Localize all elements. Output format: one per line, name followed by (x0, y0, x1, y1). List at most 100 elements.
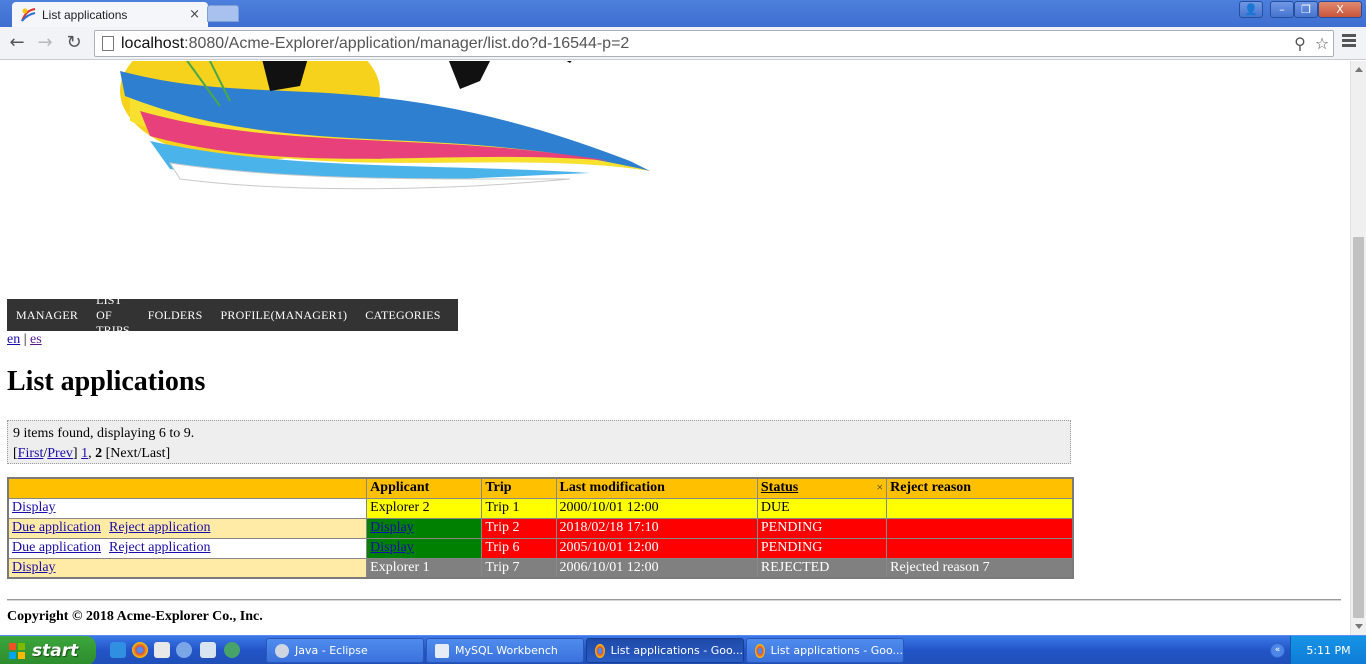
status-cell: PENDING (756, 537, 888, 559)
row-actions: Due application Reject application (7, 517, 368, 539)
header-last-modification: Last modification (555, 477, 758, 499)
scroll-up-arrow-icon[interactable] (1355, 67, 1363, 72)
main-menu: MANAGER LIST OF TRIPS FOLDERS PROFILE(MA… (7, 293, 458, 337)
chrome-icon[interactable] (132, 642, 148, 658)
applicant-display-link[interactable]: Display (370, 540, 414, 555)
applications-table: Applicant Trip Last modification Status ×… (7, 477, 1074, 579)
task-chrome-active[interactable]: List applications - Goo... (586, 638, 744, 663)
forward-icon[interactable]: → (33, 31, 57, 55)
task-label: Java - Eclipse (295, 644, 368, 657)
menu-item-folders[interactable]: FOLDERS (148, 308, 203, 323)
reject-application-link[interactable]: Reject application (109, 520, 210, 535)
new-tab-button[interactable] (207, 5, 239, 22)
task-label: MySQL Workbench (455, 644, 558, 657)
page-scrollbar[interactable] (1350, 61, 1366, 635)
last-modification-cell: 2000/10/01 12:00 (555, 497, 758, 519)
applicant-cell: Display (366, 537, 483, 559)
header-applicant: Applicant (366, 477, 483, 499)
reject-application-link[interactable]: Reject application (109, 540, 210, 555)
items-found-text: 9 items found, displaying 6 to 9. (13, 426, 195, 441)
url-text[interactable]: localhost:8080/Acme-Explorer/application… (121, 35, 1289, 53)
sort-clear-icon[interactable]: × (876, 480, 883, 495)
language-es-link[interactable]: es (30, 332, 42, 347)
user-profile-button[interactable]: 👤 (1239, 1, 1263, 18)
table-row: Display Explorer 1 Trip 7 2006/10/01 12:… (7, 557, 1074, 579)
row-actions: Due application Reject application (7, 537, 368, 559)
system-tray: 5:11 PM (1290, 636, 1366, 664)
mysql-icon (435, 643, 449, 658)
task-label: List applications - Goo... (610, 644, 743, 657)
status-cell: DUE (756, 497, 888, 519)
url-host: localhost (121, 34, 185, 52)
address-bar[interactable]: localhost:8080/Acme-Explorer/application… (94, 30, 1334, 57)
pager-first-link[interactable]: First (18, 446, 44, 461)
scroll-down-arrow-icon[interactable] (1355, 624, 1363, 629)
trip-cell: Trip 2 (481, 517, 557, 539)
document-icon[interactable] (154, 642, 170, 658)
table-row: Display Explorer 2 Trip 1 2000/10/01 12:… (7, 497, 1074, 519)
row-actions: Display (7, 497, 368, 519)
trip-cell: Trip 1 (481, 497, 557, 519)
due-application-link[interactable]: Due application (12, 520, 101, 535)
header-actions (7, 477, 368, 499)
pager-prev-link[interactable]: Prev (47, 446, 73, 461)
copyright-text: Copyright © 2018 Acme-Explorer Co., Inc. (7, 609, 263, 624)
bookmark-star-icon[interactable]: ☆ (1311, 34, 1333, 53)
menu-item-categories[interactable]: CATEGORIES (365, 308, 440, 323)
display-link[interactable]: Display (12, 500, 56, 515)
applicant-cell: Display (366, 517, 483, 539)
mail-icon[interactable] (200, 642, 216, 658)
back-icon[interactable]: ← (5, 31, 29, 55)
banner-logo-image (120, 61, 650, 190)
table-row: Due application Reject application Displa… (7, 537, 1074, 559)
tab-title: List applications (42, 7, 128, 22)
reload-icon[interactable]: ↻ (62, 31, 86, 55)
tray-expand-icon[interactable]: « (1270, 643, 1285, 658)
language-separator: | (20, 332, 31, 347)
reject-reason-cell (886, 537, 1074, 559)
page-icon (102, 36, 114, 51)
network-icon[interactable] (224, 642, 240, 658)
reject-reason-cell: Rejected reason 7 (886, 557, 1074, 579)
pagination-banner: 9 items found, displaying 6 to 9. [First… (7, 420, 1071, 464)
trip-cell: Trip 7 (481, 557, 557, 579)
browser-tab[interactable]: List applications × (12, 2, 208, 27)
windows-taskbar: start Java - Eclipse MySQL Workbench Lis… (0, 635, 1366, 664)
chrome-menu-icon[interactable] (1338, 32, 1360, 54)
media-icon[interactable] (176, 642, 192, 658)
status-sort-link[interactable]: Status (761, 480, 798, 495)
menu-item-manager[interactable]: MANAGER (16, 308, 78, 323)
task-eclipse[interactable]: Java - Eclipse (266, 638, 424, 663)
pager-bracket-close: ] (72, 446, 82, 461)
due-application-link[interactable]: Due application (12, 540, 101, 555)
task-label: List applications - Goo... (770, 644, 903, 657)
applicant-display-link[interactable]: Display (370, 520, 414, 535)
footer-divider (7, 599, 1341, 601)
close-window-button[interactable]: X (1318, 1, 1362, 18)
row-actions: Display (7, 557, 368, 579)
start-button[interactable]: start (0, 636, 96, 664)
url-path: :8080/Acme-Explorer/application/manager/… (184, 34, 630, 52)
task-mysql-workbench[interactable]: MySQL Workbench (426, 638, 584, 663)
tab-close-icon[interactable]: × (189, 7, 200, 22)
menu-item-profile[interactable]: PROFILE(MANAGER1) (221, 308, 348, 323)
clock[interactable]: 5:11 PM (1306, 644, 1350, 657)
status-cell: REJECTED (756, 557, 888, 579)
page-title: List applications (7, 366, 206, 397)
scrollbar-thumb[interactable] (1353, 237, 1364, 618)
language-en-link[interactable]: en (7, 332, 20, 347)
language-switcher: en | es (7, 332, 42, 348)
table-header-row: Applicant Trip Last modification Status ×… (7, 477, 1074, 499)
gear-icon (275, 643, 289, 658)
menu-item-list-of-trips[interactable]: LIST OF TRIPS (96, 293, 130, 338)
display-link[interactable]: Display (12, 560, 56, 575)
chrome-icon (595, 643, 605, 658)
windows-logo-icon (9, 642, 25, 659)
header-status: Status × (756, 477, 888, 499)
header-trip: Trip (481, 477, 557, 499)
zoom-icon[interactable]: ⚲ (1289, 34, 1311, 53)
minimize-button[interactable]: – (1270, 1, 1294, 18)
restore-button[interactable]: ❐ (1294, 1, 1318, 18)
internet-explorer-icon[interactable] (110, 642, 126, 658)
task-chrome[interactable]: List applications - Goo... (746, 638, 904, 663)
